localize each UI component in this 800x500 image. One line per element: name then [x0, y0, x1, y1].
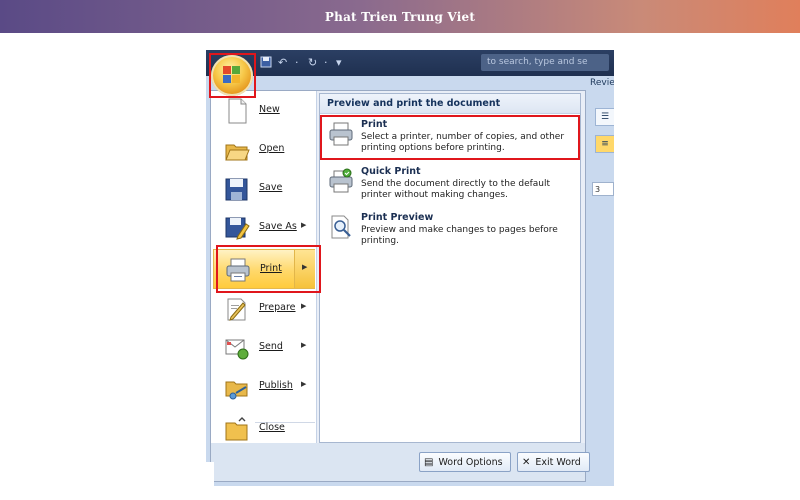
office-logo-icon [223, 66, 241, 85]
option-description: Send the document directly to the defaul… [361, 179, 551, 200]
menu-item-label: Prepare [259, 302, 296, 313]
printer-icon [225, 256, 251, 284]
option-title: Print Preview [361, 212, 434, 223]
banner-title: Phat Trien Trung Viet [324, 9, 476, 24]
close-folder-icon [224, 415, 250, 443]
site-banner: Phat Trien Trung Viet [0, 0, 800, 33]
menu-item-label: Open [259, 143, 285, 154]
office-menu: New Open Save Save As ▶ Print ▶ Prepare … [210, 90, 590, 482]
word-options-button[interactable]: ▤ Word Options [419, 452, 511, 472]
search-box[interactable]: to search, type and se [481, 54, 609, 71]
new-document-icon [224, 97, 250, 125]
print-preview-icon [328, 214, 354, 240]
menu-item-label: Close [259, 422, 285, 433]
save-as-icon [224, 214, 250, 242]
option-title: Quick Print [361, 166, 421, 177]
quick-print-icon [328, 168, 354, 194]
submenu-arrow-icon: ▶ [301, 302, 307, 310]
menu-item-save-as[interactable]: Save As ▶ [213, 208, 315, 248]
menu-item-publish[interactable]: Publish ▶ [213, 367, 315, 407]
menu-item-label: New [259, 104, 280, 115]
redo-icon[interactable]: ↻ [308, 56, 317, 70]
redo-dropdown-icon[interactable]: · [324, 56, 328, 70]
option-quick-print[interactable]: Quick Print Send the document directly t… [324, 164, 578, 208]
option-print-preview[interactable]: Print Preview Preview and make changes t… [324, 210, 578, 254]
office-menu-footer: ▤ Word Options ✕ Exit Word [211, 443, 590, 481]
option-description: Select a printer, number of copies, and … [361, 132, 565, 153]
menu-item-new[interactable]: New [213, 91, 315, 131]
close-icon: ✕ [522, 456, 531, 468]
panel-heading: Preview and print the document [320, 94, 580, 114]
menu-item-print[interactable]: Print ▶ [213, 249, 315, 289]
menu-item-label: Save [259, 182, 283, 193]
options-icon: ▤ [424, 456, 434, 468]
word-options-label: Word Options [438, 456, 503, 468]
send-icon [224, 334, 250, 362]
submenu-arrow-icon: ▶ [301, 221, 307, 229]
tab-review[interactable]: Revie [590, 78, 614, 88]
exit-word-label: Exit Word [535, 456, 581, 468]
menu-item-label: Publish [259, 380, 293, 391]
quick-access-toolbar: ↶ · ↻ · ▾ to search, type and se [206, 50, 614, 76]
office-button[interactable] [211, 55, 253, 96]
word-screenshot: ↶ · ↻ · ▾ to search, type and se Revie ☰… [206, 50, 614, 486]
prepare-icon [224, 295, 250, 323]
publish-icon [224, 373, 250, 401]
office-menu-commands: New Open Save Save As ▶ Print ▶ Prepare … [211, 91, 317, 443]
quick-save-icon[interactable] [260, 56, 272, 70]
save-icon [224, 175, 250, 203]
left-edge-strip [206, 462, 214, 486]
option-title: Print [361, 119, 388, 130]
menu-item-label: Send [259, 341, 283, 352]
exit-word-button[interactable]: ✕ Exit Word [517, 452, 590, 472]
ruler: 3 [592, 182, 614, 196]
menu-item-send[interactable]: Send ▶ [213, 328, 315, 368]
print-submenu-panel: Preview and print the document Print Sel… [319, 93, 581, 443]
open-folder-icon [224, 136, 250, 164]
option-print[interactable]: Print Select a printer, number of copies… [324, 117, 578, 161]
submenu-arrow-icon: ▶ [302, 263, 308, 271]
menu-item-prepare[interactable]: Prepare ▶ [213, 289, 315, 329]
menu-item-label: Save As [259, 221, 297, 232]
printer-icon [328, 121, 354, 147]
submenu-arrow-icon: ▶ [301, 341, 307, 349]
menu-item-save[interactable]: Save [213, 169, 315, 209]
undo-icon[interactable]: ↶ [278, 56, 287, 70]
undo-dropdown-icon[interactable]: · [295, 56, 299, 70]
align-left-icon[interactable]: ≡ [595, 135, 614, 153]
menu-item-open[interactable]: Open [213, 130, 315, 170]
bullets-icon[interactable]: ☰ [595, 108, 614, 126]
customize-toolbar-icon[interactable]: ▾ [336, 56, 342, 70]
option-description: Preview and make changes to pages before… [361, 225, 558, 246]
submenu-arrow-icon: ▶ [301, 380, 307, 388]
menu-item-label: Print [260, 263, 282, 274]
